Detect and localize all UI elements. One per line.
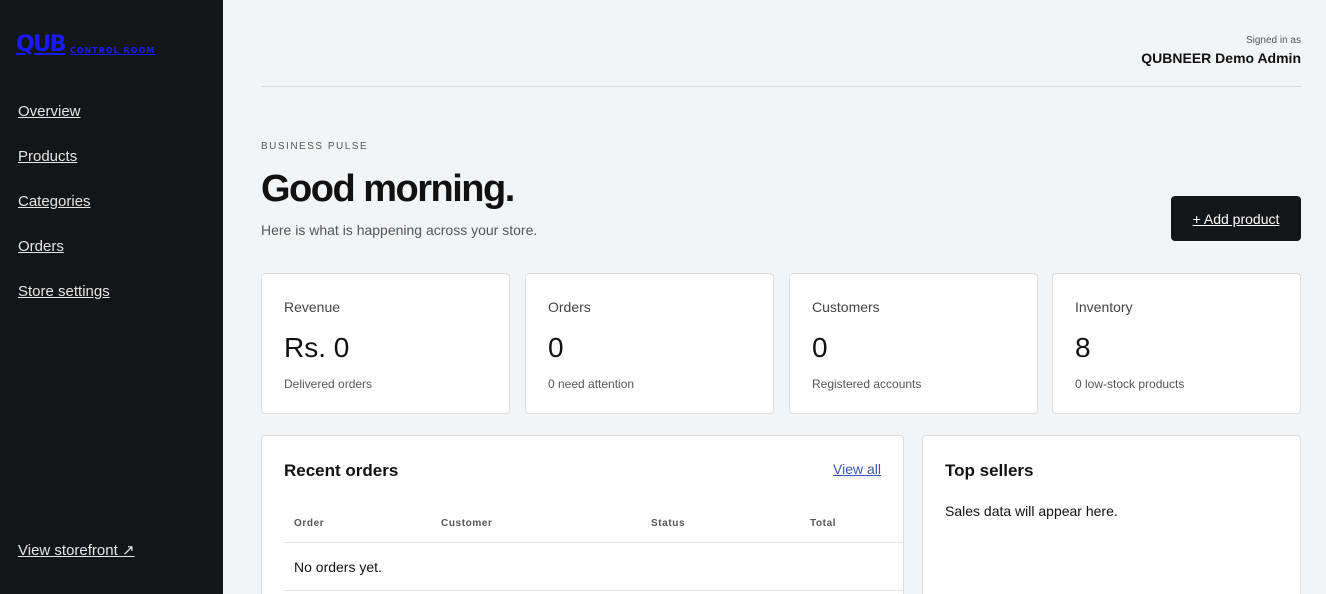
stat-card-revenue: Revenue Rs. 0 Delivered orders <box>261 273 510 414</box>
stat-label: Inventory <box>1075 299 1133 315</box>
stat-card-inventory: Inventory 8 0 low-stock products <box>1052 273 1301 414</box>
add-product-button[interactable]: + Add product <box>1171 196 1301 241</box>
stat-value: Rs. 0 <box>284 332 350 363</box>
stat-card-orders: Orders 0 0 need attention <box>525 273 774 414</box>
stat-value: 8 <box>1075 332 1091 363</box>
table-row: No orders yet. <box>284 543 904 591</box>
section-eyebrow: BUSINESS PULSE <box>261 141 369 152</box>
stat-note: Delivered orders <box>284 377 373 391</box>
stat-value: 0 <box>548 332 564 363</box>
view-storefront-link[interactable]: View storefront ↗ <box>18 541 135 559</box>
logo-subtitle: CONTROL ROOM <box>69 46 156 55</box>
logo-mark: QUB <box>16 32 66 57</box>
top-bar: Signed in as QUBNEER Demo Admin <box>261 0 1301 87</box>
column-header-total: Total <box>810 518 837 529</box>
stat-label: Customers <box>812 299 880 315</box>
recent-orders-table: Order Customer Status Total No orders ye… <box>284 508 904 591</box>
sidebar-item-orders[interactable]: Orders <box>18 238 110 283</box>
recent-orders-title: Recent orders <box>284 461 399 480</box>
table-header-row: Order Customer Status Total <box>284 508 904 543</box>
column-header-customer: Customer <box>441 518 493 529</box>
sidebar-item-categories[interactable]: Categories <box>18 193 110 238</box>
signed-in-user-name: QUBNEER Demo Admin <box>1141 50 1301 66</box>
stat-label: Revenue <box>284 299 341 315</box>
page-title: Good morning. <box>261 168 515 210</box>
empty-orders-message: No orders yet. <box>294 559 382 575</box>
sidebar-nav: Overview Products Categories Orders Stor… <box>18 103 110 328</box>
column-header-order: Order <box>294 518 325 529</box>
sidebar: QUB CONTROL ROOM Overview Products Categ… <box>0 0 223 594</box>
column-header-status: Status <box>651 518 686 529</box>
stat-card-customers: Customers 0 Registered accounts <box>789 273 1038 414</box>
stat-value: 0 <box>812 332 828 363</box>
sidebar-item-overview[interactable]: Overview <box>18 103 110 148</box>
sidebar-item-store-settings[interactable]: Store settings <box>18 283 110 328</box>
stat-note: 0 need attention <box>548 377 635 391</box>
stats-row: Revenue Rs. 0 Delivered orders Orders 0 … <box>261 273 1301 414</box>
view-all-orders-link[interactable]: View all <box>833 461 881 477</box>
top-sellers-empty-message: Sales data will appear here. <box>945 503 1118 519</box>
page-subtitle: Here is what is happening across your st… <box>261 222 538 238</box>
top-sellers-panel: Top sellers Sales data will appear here. <box>922 435 1301 594</box>
stat-note: 0 low-stock products <box>1075 377 1185 391</box>
top-sellers-title: Top sellers <box>945 461 1034 480</box>
sidebar-item-products[interactable]: Products <box>18 148 110 193</box>
stat-label: Orders <box>548 299 591 315</box>
recent-orders-panel: Recent orders View all Order Customer St… <box>261 435 904 594</box>
signed-in-label: Signed in as <box>1245 35 1301 46</box>
stat-note: Registered accounts <box>812 377 922 391</box>
brand-logo[interactable]: QUB CONTROL ROOM <box>16 33 155 57</box>
